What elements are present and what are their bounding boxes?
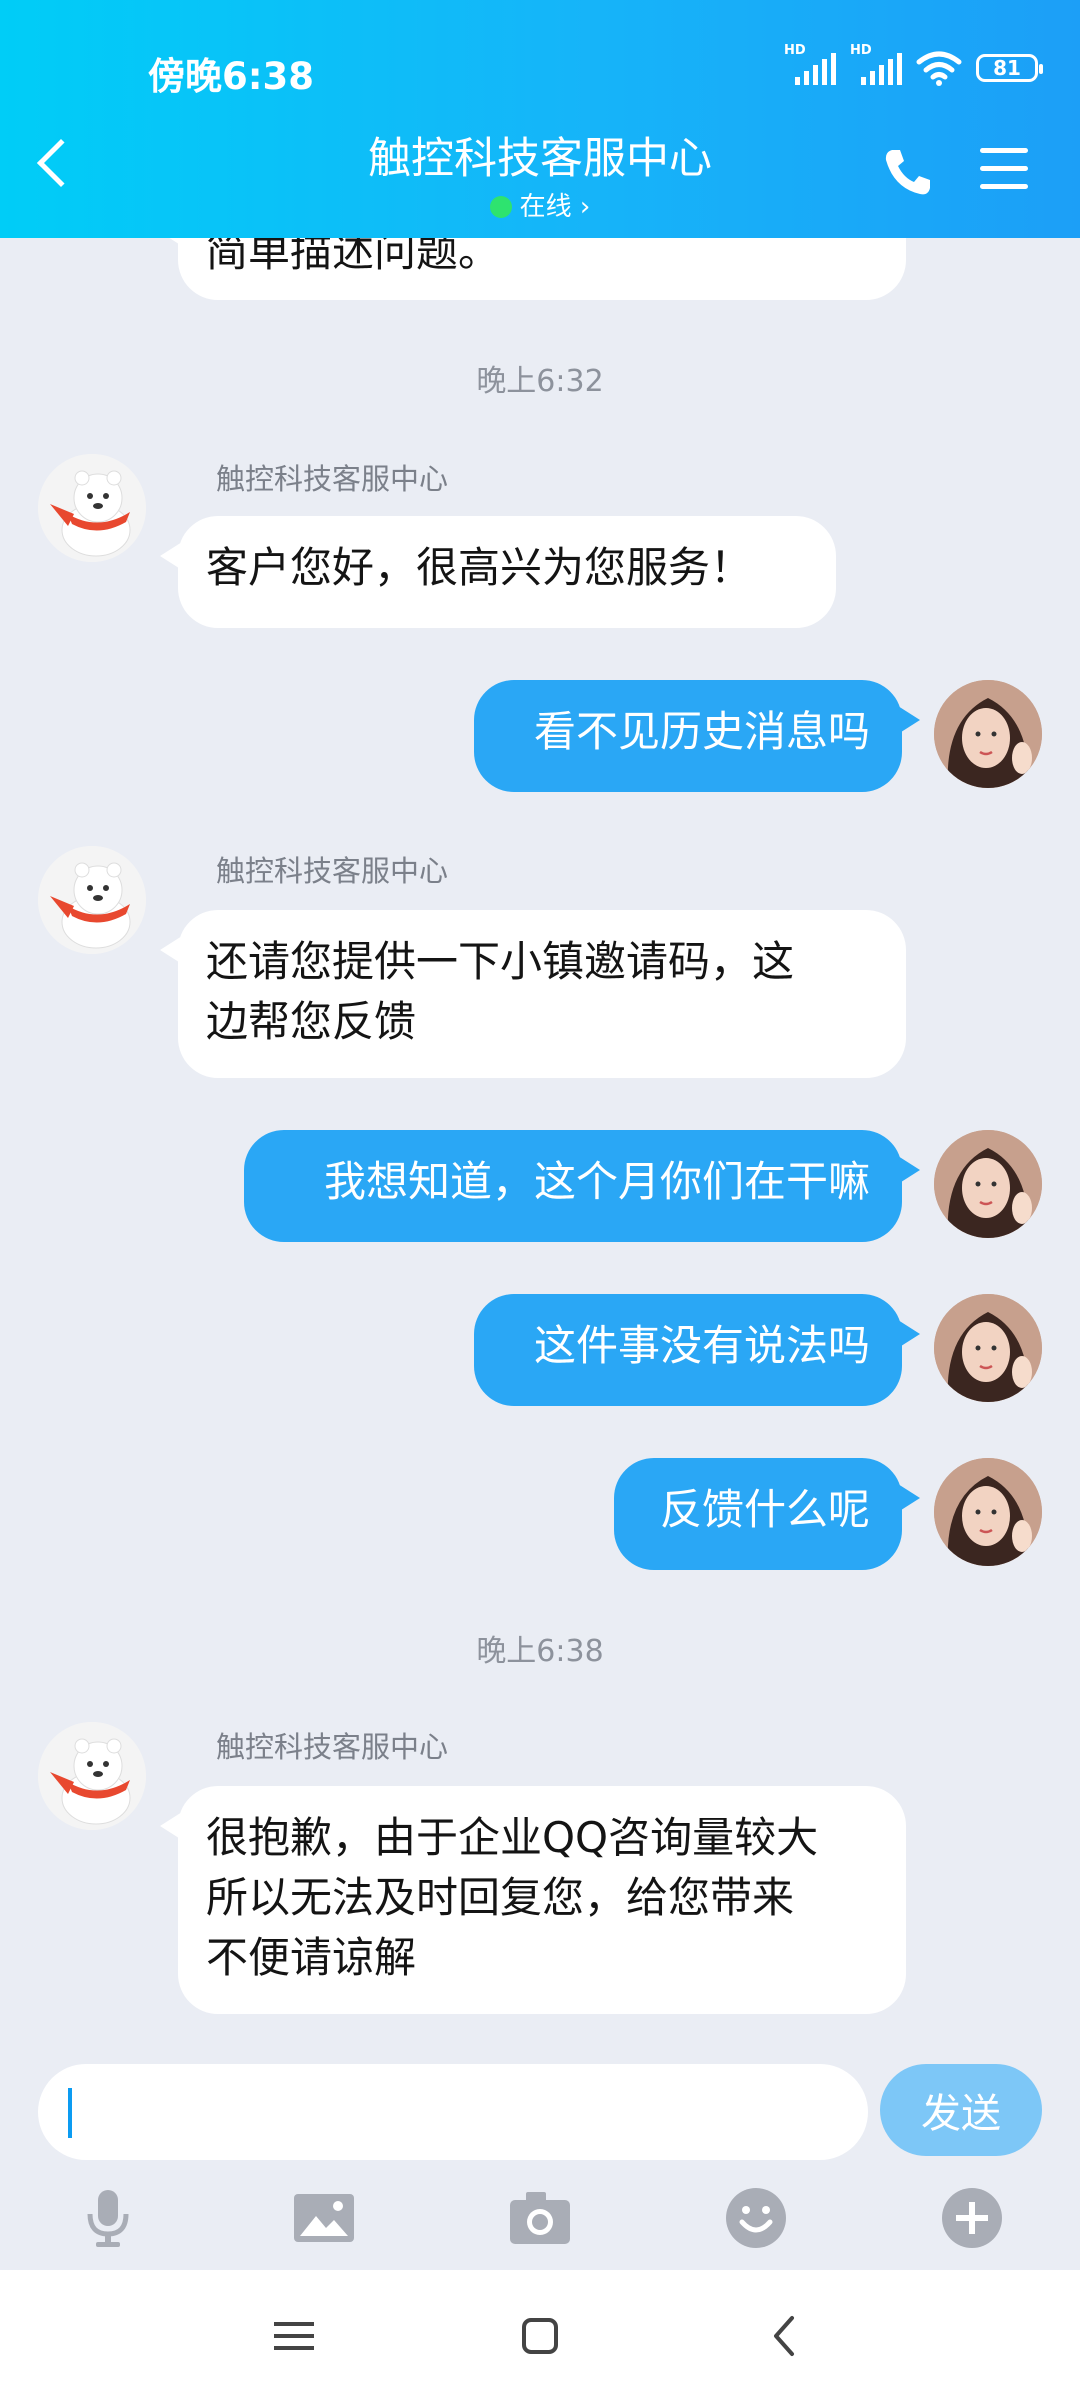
sender-name: 触控科技客服中心	[216, 854, 449, 888]
input-toolbar	[0, 2186, 1080, 2256]
microphone-icon[interactable]	[76, 2186, 140, 2250]
user-avatar[interactable]	[934, 1294, 1042, 1402]
user-avatar[interactable]	[934, 1130, 1042, 1238]
chat-header: 傍晚6:38 HD HD 81 触控科技客服中心 在线 ›	[0, 0, 1080, 238]
composer: 发送	[0, 2040, 1080, 2270]
agent-avatar[interactable]	[38, 846, 146, 954]
agent-avatar[interactable]	[38, 454, 146, 562]
phone-icon[interactable]	[880, 144, 936, 200]
user-avatar[interactable]	[934, 1458, 1042, 1566]
status-icons: HD HD 81	[784, 43, 1043, 86]
user-photo-icon	[934, 1130, 1042, 1238]
user-photo-icon	[934, 1294, 1042, 1402]
wifi-icon	[916, 51, 962, 86]
user-photo-icon	[934, 680, 1042, 788]
sender-name: 触控科技客服中心	[216, 462, 449, 496]
message-bubble-outgoing[interactable]: 看不见历史消息吗	[474, 680, 920, 792]
message-bubble-outgoing[interactable]: 我想知道，这个月你们在干嘛	[244, 1130, 920, 1242]
polar-bear-icon	[38, 1722, 146, 1830]
signal-icon-2: HD	[850, 43, 902, 85]
signal-icon: HD	[784, 43, 836, 85]
status-time: 傍晚6:38	[148, 55, 315, 98]
message-bubble-outgoing[interactable]: 反馈什么呢	[614, 1458, 920, 1570]
image-icon[interactable]	[292, 2186, 356, 2250]
user-photo-icon	[934, 1458, 1042, 1566]
user-avatar[interactable]	[934, 680, 1042, 788]
menu-icon[interactable]	[980, 148, 1028, 190]
message-bubble-incoming[interactable]: 很抱歉，由于企业QQ咨询量较大 所以无法及时回复您，给您带来 不便请谅解	[160, 1786, 906, 2014]
home-icon[interactable]	[516, 2312, 564, 2360]
emoji-icon[interactable]	[724, 2186, 788, 2250]
agent-avatar[interactable]	[38, 1722, 146, 1830]
system-navigation-bar	[0, 2270, 1080, 2400]
polar-bear-icon	[38, 846, 146, 954]
text-caret	[68, 2088, 72, 2138]
send-button[interactable]: 发送	[880, 2064, 1042, 2156]
message-bubble-outgoing[interactable]: 这件事没有说法吗	[474, 1294, 920, 1406]
message-input[interactable]	[38, 2064, 868, 2160]
battery-icon: 81	[976, 54, 1043, 82]
sender-name: 触控科技客服中心	[216, 1730, 449, 1764]
recent-apps-icon[interactable]	[270, 2312, 318, 2360]
timestamp: 晚上6:32	[476, 364, 604, 399]
online-dot-icon	[489, 196, 512, 218]
polar-bear-icon	[38, 454, 146, 562]
message-bubble-incoming[interactable]: 客户您好，很高兴为您服务！	[160, 516, 836, 628]
camera-icon[interactable]	[508, 2186, 572, 2250]
message-bubble-incoming[interactable]: 还请您提供一下小镇邀请码，这 边帮您反馈	[160, 910, 906, 1078]
timestamp: 晚上6:38	[476, 1634, 604, 1669]
nav-back-icon[interactable]	[762, 2312, 810, 2360]
plus-icon[interactable]	[940, 2186, 1004, 2250]
